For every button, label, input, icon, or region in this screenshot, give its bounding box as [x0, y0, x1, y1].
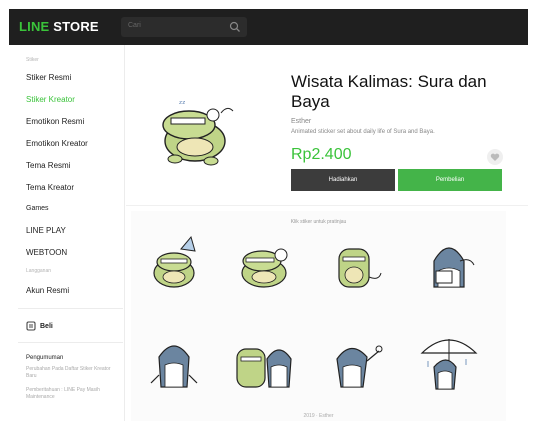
sidebar-item-emotikon-resmi[interactable]: Emotikon Resmi — [26, 117, 84, 126]
sidebar-group-langganan: Langganan — [26, 268, 52, 274]
search-placeholder: Cari — [128, 22, 141, 29]
logo-line-text: LINE — [19, 19, 50, 34]
sticker-croc-and-shark[interactable] — [231, 331, 297, 397]
search-icon[interactable] — [229, 21, 241, 33]
sticker-preview-panel: Klik stiker untuk pratinjau 2019 · Esthe… — [131, 211, 506, 421]
sidebar-item-stiker-kreator[interactable]: Stiker Kreator — [26, 95, 75, 104]
sidebar: Stiker Stiker Resmi Stiker Kreator Emoti… — [9, 45, 125, 421]
sticker-shark-standing[interactable] — [141, 331, 207, 397]
sidebar-item-tema-resmi[interactable]: Tema Resmi — [26, 161, 70, 170]
svg-text:ᶻᶻ: ᶻᶻ — [179, 100, 186, 110]
beli-link[interactable]: Beli — [26, 321, 53, 331]
sidebar-item-games[interactable]: Games — [26, 205, 49, 212]
top-bar: LINE STORE Cari — [9, 9, 528, 45]
beli-label: Beli — [40, 322, 53, 330]
sticker-croc-party-hat[interactable] — [141, 231, 207, 297]
sidebar-item-tema-kreator[interactable]: Tema Kreator — [26, 183, 74, 192]
product-title: Wisata Kalimas: Sura dan Baya — [291, 72, 487, 111]
sidebar-group-stiker: Stiker — [26, 57, 39, 63]
search-input[interactable]: Cari — [121, 17, 247, 37]
main-content: ᶻᶻ Wisata Kalimas: Sura dan Baya Esther … — [126, 45, 528, 421]
copyright-text: 2019 · Esther — [303, 413, 334, 419]
announcement-link-2[interactable]: Pemberitahuan : LINE Pay Masih Maintenan… — [26, 387, 122, 401]
section-divider — [126, 205, 528, 206]
coin-icon — [26, 321, 36, 331]
sticker-croc-sleeping[interactable] — [231, 231, 297, 297]
sidebar-item-line-play[interactable]: LINE PLAY — [26, 226, 66, 235]
heart-icon — [490, 153, 500, 161]
product-price: Rp2.400 — [291, 146, 352, 163]
sidebar-item-webtoon[interactable]: WEBTOON — [26, 248, 67, 257]
logo-store-text: STORE — [53, 19, 99, 34]
sticker-shark-with-card[interactable] — [416, 231, 482, 297]
sidebar-item-stiker-resmi[interactable]: Stiker Resmi — [26, 73, 71, 82]
main-sticker-image: ᶻᶻ — [162, 100, 234, 166]
gift-button[interactable]: Hadiahkan — [291, 169, 395, 191]
announcement-link-1[interactable]: Perubahan Pada Daftar Stiker Kreator Bar… — [26, 366, 122, 380]
sidebar-item-akun-resmi[interactable]: Akun Resmi — [26, 286, 69, 295]
sidebar-item-emotikon-kreator[interactable]: Emotikon Kreator — [26, 139, 88, 148]
buy-button[interactable]: Pembelian — [398, 169, 502, 191]
sticker-shark-pointing[interactable] — [321, 331, 387, 397]
sidebar-divider-2 — [18, 342, 123, 343]
announcement-title: Pengumuman — [26, 355, 64, 361]
favorite-button[interactable] — [487, 149, 503, 165]
product-author[interactable]: Esther — [291, 118, 311, 125]
sticker-croc-standing[interactable] — [321, 231, 387, 297]
sticker-shark-umbrella[interactable] — [416, 331, 482, 397]
line-store-logo[interactable]: LINE STORE — [19, 19, 99, 34]
product-description: Animated sticker set about daily life of… — [291, 129, 435, 135]
sidebar-divider — [18, 308, 123, 309]
preview-caption: Klik stiker untuk pratinjau — [290, 219, 347, 225]
